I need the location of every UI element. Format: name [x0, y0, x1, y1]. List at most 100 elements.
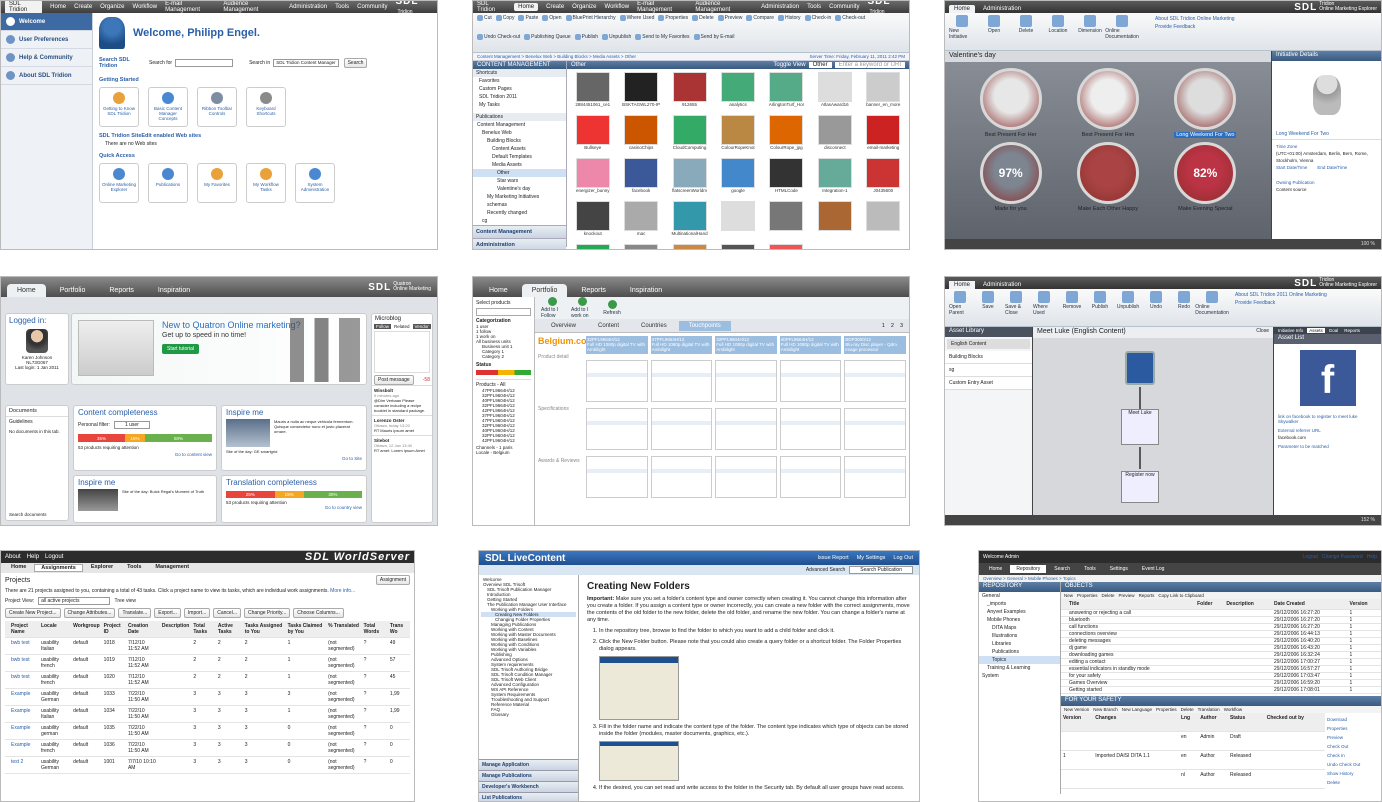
column-header[interactable]: Total Words: [361, 621, 388, 638]
table-cell[interactable]: Example: [9, 705, 39, 723]
sidebar-item-welcome[interactable]: Welcome: [1, 13, 92, 31]
thumbnail-item[interactable]: flatscreenWorldm: [667, 158, 712, 198]
history-button[interactable]: History: [778, 15, 801, 21]
bottom-nav-manage-application[interactable]: Manage Application: [479, 759, 578, 770]
top-link-logout[interactable]: Logout: [45, 554, 63, 560]
column-header[interactable]: Checked out by: [1264, 713, 1325, 732]
status-slider[interactable]: [476, 370, 531, 375]
thumbnail-item[interactable]: [812, 201, 857, 241]
column-header[interactable]: Total Tasks: [191, 621, 216, 638]
tree-node-training-learning[interactable]: Training & Learning: [979, 664, 1060, 672]
table-row[interactable]: en Admin Draft: [1061, 731, 1325, 751]
table-row[interactable]: for your safety 29/12/2006 17:03:47 1: [1061, 672, 1381, 680]
thumbnail-item[interactable]: email-marketing: [861, 115, 906, 155]
thumbnail-item[interactable]: Integration-1: [812, 158, 857, 198]
nav-tools[interactable]: Tools: [335, 4, 349, 10]
preview-button[interactable]: Preview: [717, 15, 742, 21]
copy-link-to-clipboard-action[interactable]: Copy Link to Clipboard: [1158, 593, 1204, 598]
view-tab-countries[interactable]: Countries: [631, 321, 677, 331]
product-code[interactable]: 42PFL9604H/12: [476, 438, 531, 443]
tab-administration[interactable]: Administration: [978, 281, 1026, 289]
choose-columns-button[interactable]: Choose Columns...: [293, 608, 344, 618]
column-header[interactable]: Folder: [1195, 599, 1225, 610]
tree-node-valentine-s-day[interactable]: Valentine's day: [473, 185, 566, 193]
column-header[interactable]: Project Name: [9, 621, 39, 638]
column-header[interactable]: Project ID: [101, 621, 126, 638]
getting-started-basic-content-manager-concepts[interactable]: Basic Content Manager Concepts: [148, 87, 188, 127]
cancel-button[interactable]: Cancel...: [213, 608, 241, 618]
reports-action[interactable]: Reports: [1139, 593, 1155, 598]
page-thumbnail[interactable]: [650, 408, 713, 450]
getting-started-ribbon-toolbar-controls[interactable]: Ribbon Toolbar Controls: [197, 87, 237, 127]
column-header[interactable]: Date Created: [1272, 599, 1348, 610]
more-info-link[interactable]: More info...: [330, 588, 355, 594]
send-by-e-mail-button[interactable]: Send by E-mail: [693, 33, 734, 40]
page-thumbnail[interactable]: [715, 408, 777, 450]
thumbnail-item[interactable]: ColourRope_jpg: [764, 115, 809, 155]
column-header[interactable]: Title: [1067, 599, 1196, 610]
search-in-select[interactable]: SDL Tridion Content Manager: [273, 59, 339, 67]
delete-action[interactable]: Delete: [1181, 707, 1194, 712]
tree-node-illustrations[interactable]: Illustrations: [979, 632, 1060, 640]
shortcut-custom-pages[interactable]: Custom Pages: [473, 85, 566, 93]
page-number[interactable]: 3: [900, 323, 903, 329]
paste-button[interactable]: Paste: [518, 15, 538, 21]
column-header[interactable]: Changes: [1093, 713, 1179, 732]
shortcut-sdl-tridion-2011[interactable]: SDL Tridion 2011: [473, 93, 566, 101]
tab-reports[interactable]: Reports: [571, 284, 616, 297]
table-row[interactable]: deleting messages 29/12/2006 16:40:20 1: [1061, 637, 1381, 645]
show-history-action[interactable]: Show History: [1327, 769, 1379, 778]
unpublish-button[interactable]: Unpublish: [1117, 291, 1139, 310]
tree-node-anyvet-examples[interactable]: Anyvet Examples: [979, 608, 1060, 616]
open-button[interactable]: Open: [981, 15, 1007, 34]
shortcut-my-tasks[interactable]: My Tasks: [473, 101, 566, 109]
tree-node-mobile-phones[interactable]: Mobile Phones: [979, 616, 1060, 624]
thumbnail-item[interactable]: [861, 201, 906, 241]
thumbnail-item[interactable]: casinoChips: [618, 115, 663, 155]
sidebar-item-about-sdl-tridion[interactable]: About SDL Tridion: [1, 67, 92, 85]
nav-workflow[interactable]: Workflow: [605, 4, 630, 10]
tree-node-libraries[interactable]: Libraries: [979, 640, 1060, 648]
header-link-my-settings[interactable]: My Settings: [857, 555, 886, 561]
column-header[interactable]: Creation Date: [125, 621, 160, 638]
tab-home[interactable]: Home: [479, 284, 518, 297]
export-button[interactable]: Export...: [154, 608, 181, 618]
header-link-log-out[interactable]: Log Out: [893, 555, 913, 561]
detail-tab-assets[interactable]: Assets: [1307, 328, 1325, 333]
product-header[interactable]: BDP3000/12 Blu-ray Disc player - Qdm imag…: [844, 336, 906, 354]
goto-site-link[interactable]: Go to Site: [222, 456, 366, 461]
tree-node-my-marketing-initiatives[interactable]: My Marketing Initiatives: [473, 193, 566, 201]
tab-event-log[interactable]: Event Log: [1136, 565, 1171, 573]
top-link-help[interactable]: Help: [1367, 554, 1377, 560]
zoom-value[interactable]: 100 %: [1361, 241, 1375, 247]
thumbnail-item[interactable]: facebook: [618, 158, 663, 198]
thumbnail-item[interactable]: [667, 244, 712, 249]
check-in-action[interactable]: Check In: [1327, 751, 1379, 760]
link-provide-feedback[interactable]: Provide Feedback: [1155, 23, 1235, 31]
change-priority-button[interactable]: Change Priority...: [243, 608, 291, 618]
column-header[interactable]: Description: [159, 621, 192, 638]
tab-home[interactable]: Home: [7, 284, 46, 297]
initiative-item[interactable]: Best Present For Him: [1062, 68, 1153, 138]
tree-node-content-assets[interactable]: Content Assets: [473, 145, 566, 153]
top-link-change-password[interactable]: Change Password: [1322, 554, 1363, 560]
table-row[interactable]: Getting started 29/12/2006 17:08:01 1: [1061, 686, 1381, 694]
new-version-action[interactable]: New Version: [1064, 707, 1089, 712]
tree-node-content-management[interactable]: Content Management: [473, 121, 566, 129]
undo-button[interactable]: Undo: [1145, 291, 1167, 310]
thumbnail-item[interactable]: banner_en_more: [861, 72, 906, 112]
thumbnail-item[interactable]: [715, 201, 760, 241]
unpublish-button[interactable]: Unpublish: [602, 33, 631, 40]
thumbnail-item[interactable]: knockout: [570, 201, 615, 241]
personal-filter-select[interactable]: 1 user: [113, 421, 150, 429]
detail-tab-initiative-info[interactable]: Initiative Info: [1276, 328, 1305, 333]
check-out-button[interactable]: Check-out: [835, 15, 865, 21]
page-thumbnail[interactable]: [586, 360, 648, 402]
microblog-tab-vendor[interactable]: Vendor: [412, 324, 431, 329]
column-header[interactable]: Tasks Claimed by You: [285, 621, 327, 638]
thumbnail-item[interactable]: MultinationalHand: [667, 201, 712, 241]
header-link-issue-report[interactable]: Issue Report: [818, 555, 849, 561]
thumbnail-item[interactable]: disconnect: [812, 115, 857, 155]
where-used-button[interactable]: Where Used: [619, 15, 654, 21]
top-link-help[interactable]: Help: [27, 554, 39, 560]
